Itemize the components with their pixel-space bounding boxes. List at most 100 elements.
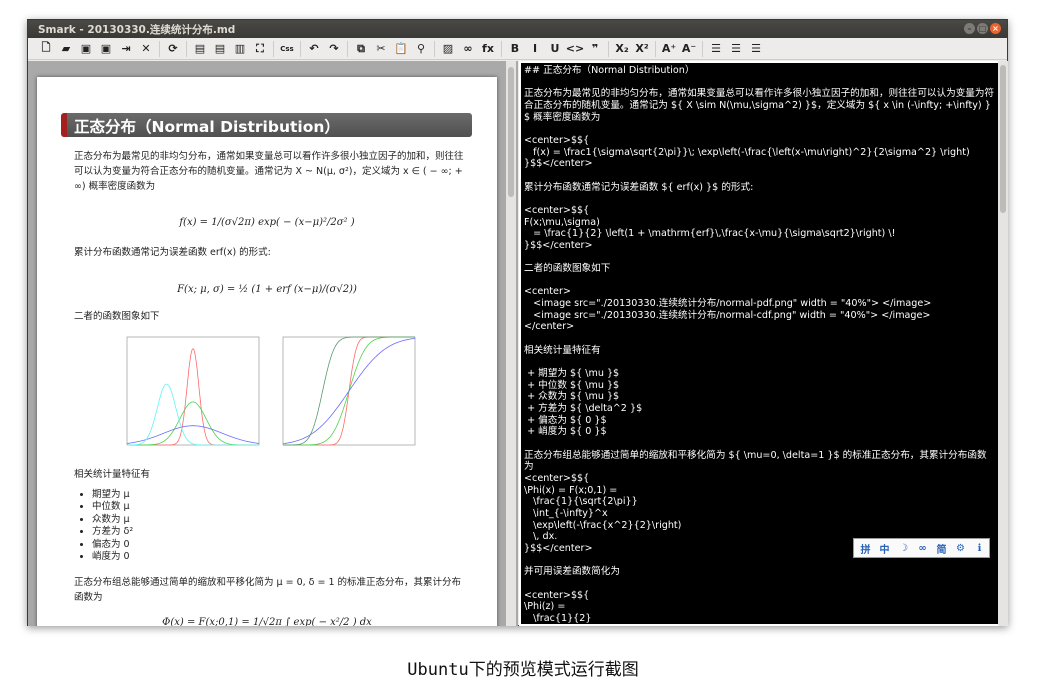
open-folder-icon[interactable]: ▰ — [56, 39, 76, 59]
editor-scrollbar[interactable] — [998, 61, 1008, 626]
underline-icon[interactable]: U — [545, 39, 565, 59]
font-decrease-icon[interactable]: A⁻ — [679, 39, 699, 59]
ime-toolbar: 拼中 ☽ ∞ 简 ⚙ ℹ — [853, 538, 990, 558]
list-item: 偏态为 0 — [92, 539, 133, 551]
window-title: Smark - 20130330.连续统计分布.md — [38, 24, 236, 36]
editor-line: + 期望为 ${ \mu }$ — [524, 368, 620, 380]
pinyin-icon[interactable]: 拼 — [858, 541, 873, 556]
align-center-icon[interactable]: ☰ — [726, 39, 746, 59]
maximize-button[interactable]: □ — [977, 23, 988, 34]
toolbar-separator — [608, 40, 609, 57]
editor-line: ## 正态分布（Normal Distribution） — [524, 65, 695, 76]
bold-icon[interactable]: B — [505, 39, 525, 59]
list-item: 方差为 δ² — [92, 526, 133, 538]
align-right-icon[interactable]: ☰ — [746, 39, 766, 59]
preview-pane: 正态分布（Normal Distribution） 正态分布为最常见的非均匀分布… — [28, 61, 518, 626]
editor-line: 二者的函数图象如下 — [524, 263, 611, 275]
chinese-mode-icon[interactable]: 中 — [877, 541, 892, 556]
editor-line: \Phi(x) = F(x;0,1) = — [524, 484, 618, 496]
fullscreen-icon[interactable]: ⛶ — [250, 39, 270, 59]
punctuation-icon[interactable]: ∞ — [915, 543, 930, 554]
undo-icon[interactable]: ↶ — [304, 39, 324, 59]
editor-line: \Phi(z) = — [524, 601, 566, 613]
redo-icon[interactable]: ↷ — [324, 39, 344, 59]
editor-line: 相关统计量特征有 — [524, 344, 601, 356]
close-window-button[interactable]: × — [990, 23, 1001, 34]
link-icon[interactable]: ∞ — [458, 39, 478, 59]
editor-line: + 方差为 ${ \delta^2 }$ — [524, 403, 643, 415]
align-left-icon[interactable]: ☰ — [706, 39, 726, 59]
editor-line: <center> — [524, 286, 571, 298]
editor-line: <center>$${ — [524, 589, 590, 601]
toolbar-separator — [159, 40, 160, 57]
settings-icon[interactable]: ⚙ — [953, 543, 968, 554]
list-item: 中位数 μ — [92, 501, 133, 513]
preview-heading: 正态分布（Normal Distribution） — [61, 113, 472, 137]
close-icon[interactable]: ✕ — [136, 39, 156, 59]
preview-scroll-thumb[interactable] — [508, 67, 514, 197]
editor-line: <center>$${ — [524, 204, 590, 216]
paste-icon[interactable]: 📋 — [391, 39, 411, 59]
copy-icon[interactable]: ⧉ — [351, 39, 371, 59]
italic-icon[interactable]: I — [525, 39, 545, 59]
quote-icon[interactable]: ❞ — [585, 39, 605, 59]
cdf-plot-image — [282, 336, 416, 446]
toolbar-separator — [434, 40, 435, 57]
new-file-icon[interactable]: 🗋 — [36, 39, 56, 59]
editor-line: + 峭度为 ${ 0 }$ — [524, 426, 607, 438]
editor-line: \exp\left(-\frac{x^2}{2}\right) — [524, 519, 682, 531]
editor-line: <image src="./20130330.连续统计分布/normal-pdf… — [524, 298, 932, 310]
preview-paragraph: 正态分布为最常见的非均匀分布，通常如果变量总可以看作许多很小独立因子的加和，则往… — [74, 151, 464, 192]
refresh-icon[interactable]: ⟳ — [163, 39, 183, 59]
info-icon[interactable]: ℹ — [972, 543, 987, 554]
editor-line: = \frac{1}{2} \left(1 + \mathrm{erf}\,\f… — [524, 228, 896, 240]
list-item: 期望为 μ — [92, 489, 133, 501]
preview-paragraph: 累计分布函数通常记为误差函数 erf(x) 的形式: — [74, 247, 271, 258]
half-width-icon[interactable]: ☽ — [896, 543, 911, 554]
toolbar-separator — [186, 40, 187, 57]
save-icon[interactable]: ▣ — [76, 39, 96, 59]
formula-icon[interactable]: fx — [478, 39, 498, 59]
cdf-formula: F(x; μ, σ) = ½ (1 + erf (x−μ)/(σ√2)) — [177, 284, 357, 295]
editor-view-icon[interactable]: ▤ — [190, 39, 210, 59]
title-bar: Smark - 20130330.连续统计分布.md – □ × — [28, 20, 1007, 38]
find-icon[interactable]: ⚲ — [411, 39, 431, 59]
font-increase-icon[interactable]: A⁺ — [659, 39, 679, 59]
figure-caption: Ubuntu下的预览模式运行截图 — [407, 660, 639, 680]
superscript-icon[interactable]: X² — [632, 39, 652, 59]
editor-scroll-thumb[interactable] — [1000, 65, 1006, 213]
save-as-icon[interactable]: ▣ — [96, 39, 116, 59]
editor-line: <center>$${ — [524, 472, 590, 484]
editor-line: + 偏态为 ${ 0 }$ — [524, 414, 607, 426]
editor-line: + 中位数 ${ \mu }$ — [524, 379, 620, 391]
code-icon[interactable]: <> — [565, 39, 585, 59]
css-icon[interactable]: Css — [277, 39, 297, 59]
editor-line: F(x;\mu,\sigma) — [524, 216, 600, 228]
simplified-icon[interactable]: 简 — [934, 541, 949, 556]
cut-icon[interactable]: ✂ — [371, 39, 391, 59]
export-icon[interactable]: ⇥ — [116, 39, 136, 59]
split-view-icon[interactable]: ▥ — [230, 39, 250, 59]
image-icon[interactable]: ▨ — [438, 39, 458, 59]
preview-scrollbar[interactable] — [506, 61, 516, 626]
toolbar: 🗋 ▰ ▣ ▣ ⇥ ✕ ⟳ ▤ ▤ ▥ ⛶ Css ↶ ↷ ⧉ ✂ 📋 ⚲ ▨ ∞ fx B I U <> ❞ X₂ X² A⁺ A⁻ ☰ ☰… — [28, 38, 1007, 60]
plot-frame — [126, 336, 260, 446]
preview-view-icon[interactable]: ▤ — [210, 39, 230, 59]
preview-paragraph: 二者的函数图象如下 — [74, 311, 160, 322]
subscript-icon[interactable]: X₂ — [612, 39, 632, 59]
editor-line: 累计分布函数通常记为误差函数 ${ erf(x) }$ 的形式: — [524, 181, 754, 193]
minimize-button[interactable]: – — [964, 23, 975, 34]
pdf-plot-image — [126, 336, 260, 446]
preview-paragraph: 相关统计量特征有 — [74, 469, 151, 480]
editor-line: 正态分布为最常见的非均匀分布，通常如果变量总可以看作许多很小独立因子的加和，则往… — [524, 88, 995, 123]
editor-line: \frac{1}{\sqrt{2\pi}} — [524, 496, 638, 508]
preview-page: 正态分布（Normal Distribution） 正态分布为最常见的非均匀分布… — [37, 77, 497, 626]
editor-line: f(x) = \frac1{\sigma\sqrt{2\pi}}\; \exp\… — [524, 146, 970, 158]
editor-line: <center>$${ — [524, 134, 590, 146]
